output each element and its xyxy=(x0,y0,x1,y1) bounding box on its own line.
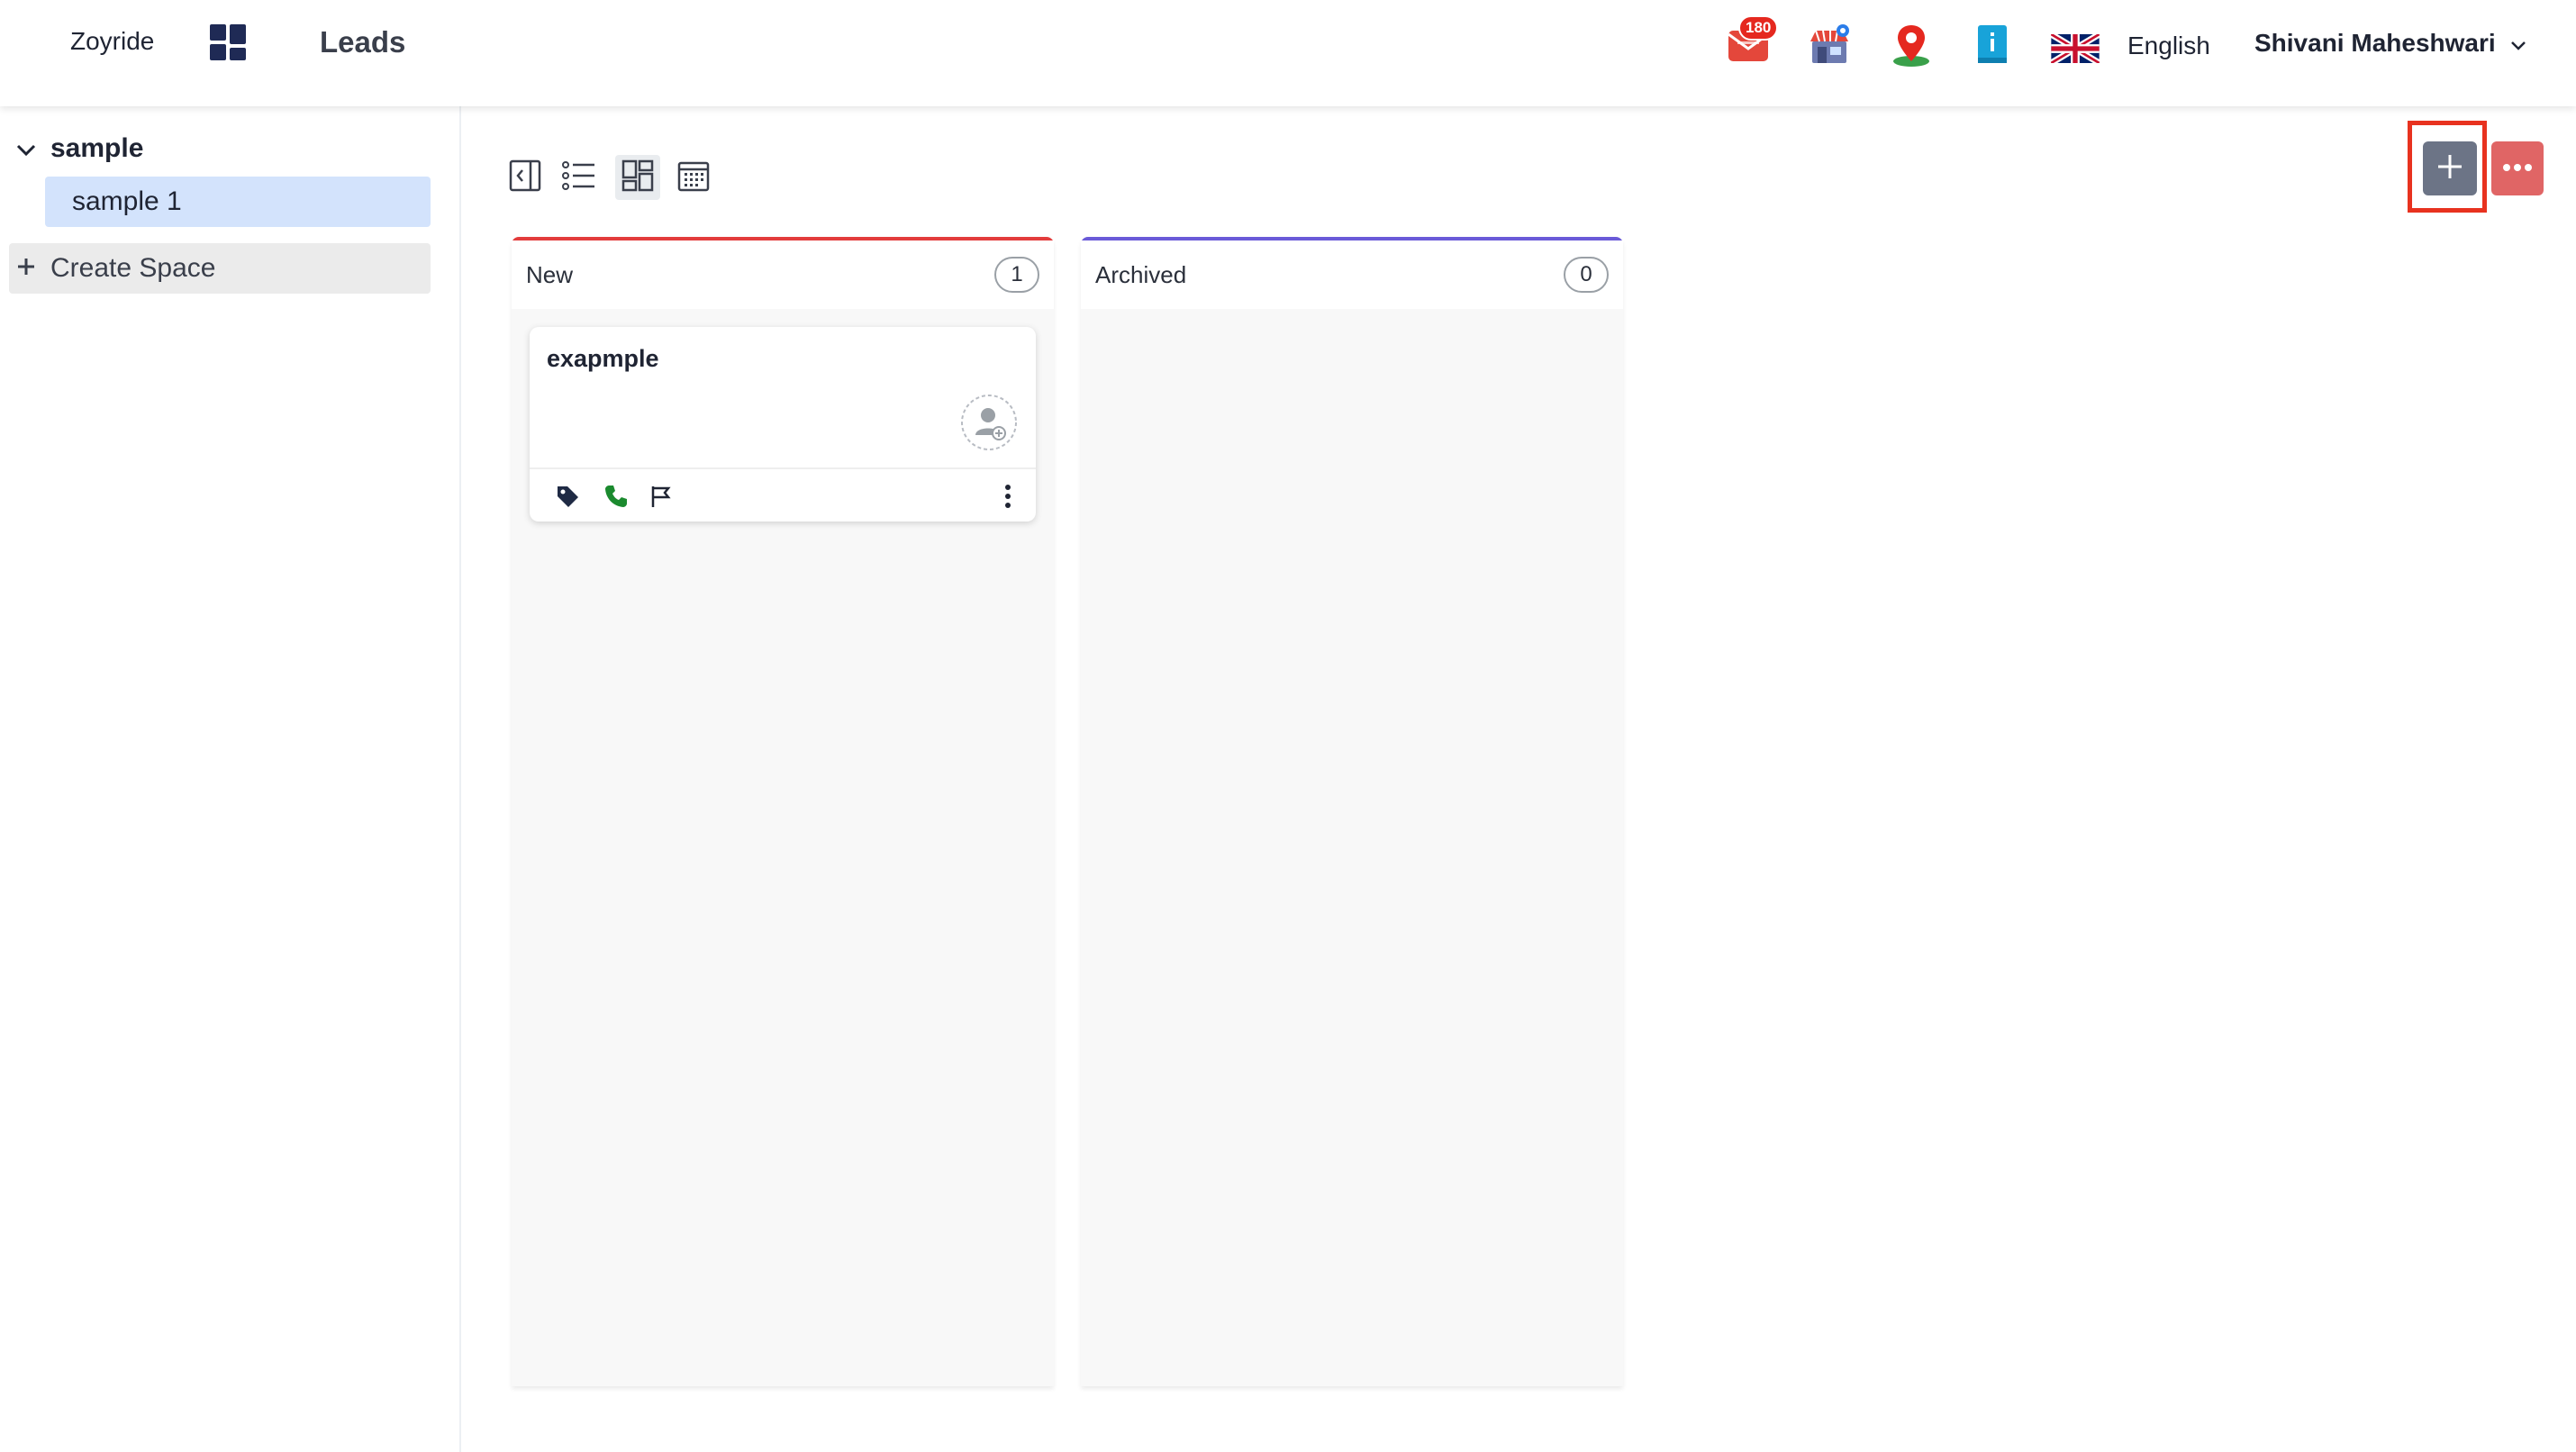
card-more-vertical-icon[interactable] xyxy=(993,482,1022,511)
user-menu[interactable]: Shivani Maheshwari xyxy=(2254,29,2526,58)
more-horizontal-icon xyxy=(2502,160,2533,177)
space-name: sample xyxy=(50,133,144,163)
add-lead-button[interactable] xyxy=(2423,141,2477,195)
kanban-column-archived: Archived 0 xyxy=(1081,237,1623,1386)
more-options-button[interactable] xyxy=(2491,141,2544,195)
language-selector[interactable]: English xyxy=(2127,32,2210,60)
uk-flag-icon[interactable] xyxy=(2049,31,2101,67)
board-view-button[interactable] xyxy=(615,155,660,200)
map-location-icon[interactable] xyxy=(1888,22,1935,68)
create-space-label: Create Space xyxy=(50,253,216,283)
card-footer xyxy=(530,467,1036,522)
assign-user-icon[interactable] xyxy=(960,394,1018,451)
chevron-down-icon[interactable] xyxy=(16,133,36,164)
phone-icon[interactable] xyxy=(602,482,630,511)
brand-name[interactable]: Zoyride xyxy=(70,27,154,56)
column-header: Archived 0 xyxy=(1081,240,1623,309)
column-title: New xyxy=(526,260,574,288)
module-title: Leads xyxy=(320,25,406,59)
board-view-icon xyxy=(621,159,654,196)
column-count-badge: 1 xyxy=(994,257,1039,293)
space-sample[interactable]: sample xyxy=(16,133,143,164)
info-guide-icon[interactable] xyxy=(1969,22,2016,68)
top-navigation-bar: Zoyride Leads 180 English Shivani Mahesh… xyxy=(0,0,2576,106)
chevron-down-icon xyxy=(2510,29,2526,58)
column-count-badge: 0 xyxy=(1564,257,1609,293)
subspace-item-sample-1[interactable]: sample 1 xyxy=(45,177,431,227)
create-space-button[interactable]: Create Space xyxy=(9,243,431,294)
calendar-icon xyxy=(677,159,710,196)
flag-icon[interactable] xyxy=(647,482,676,511)
collapse-sidebar-button[interactable] xyxy=(503,155,548,200)
lead-card-title[interactable]: exapmple xyxy=(547,345,659,373)
store-icon[interactable] xyxy=(1807,22,1854,68)
apps-grid-icon[interactable] xyxy=(210,24,248,62)
collapse-sidebar-icon xyxy=(509,159,541,196)
column-header: New 1 xyxy=(512,240,1054,309)
column-title: Archived xyxy=(1095,260,1187,288)
lead-card[interactable]: exapmple xyxy=(530,327,1036,522)
plus-icon xyxy=(2435,152,2464,186)
plus-icon xyxy=(16,253,36,284)
calendar-view-button[interactable] xyxy=(671,155,716,200)
kanban-column-new: New 1 exapmple xyxy=(512,237,1054,1386)
list-view-button[interactable] xyxy=(557,155,602,200)
notification-count-badge: 180 xyxy=(1738,15,1779,41)
list-view-icon xyxy=(562,160,596,195)
spaces-sidebar: sample sample 1 Create Space xyxy=(0,106,461,1452)
tag-icon[interactable] xyxy=(553,482,582,511)
user-name: Shivani Maheshwari xyxy=(2254,29,2496,57)
